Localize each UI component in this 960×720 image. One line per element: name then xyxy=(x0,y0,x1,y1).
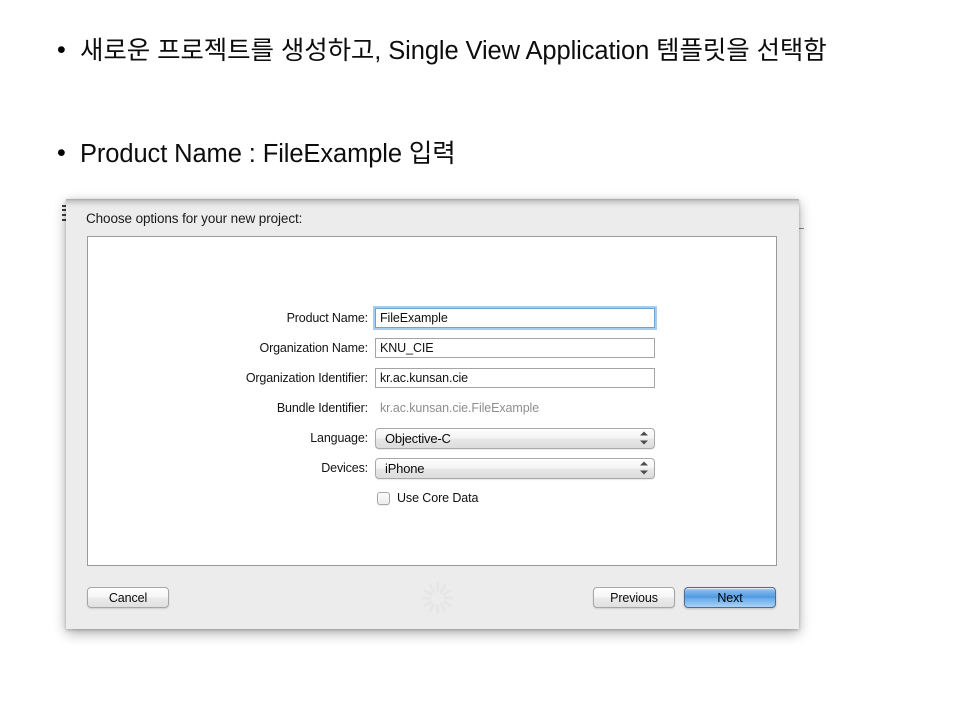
use-core-data-field-wrap: Use Core Data xyxy=(375,483,776,513)
language-selected-value: Objective-C xyxy=(376,431,451,446)
previous-button[interactable]: Previous xyxy=(593,587,675,608)
dialog-title-bar xyxy=(66,199,799,208)
bundle-identifier-label: Bundle Identifier: xyxy=(88,401,375,415)
language-label: Language: xyxy=(88,431,375,445)
organization-identifier-label: Organization Identifier: xyxy=(88,371,375,385)
devices-selected-value: iPhone xyxy=(376,461,424,476)
form-row-language: Language: Objective-C xyxy=(88,423,776,453)
product-name-field-wrap xyxy=(375,308,776,328)
cancel-button[interactable]: Cancel xyxy=(87,587,169,608)
devices-popup-button[interactable]: iPhone xyxy=(375,458,655,479)
bundle-identifier-field-wrap: kr.ac.kunsan.cie.FileExample xyxy=(375,399,776,417)
chevron-updown-icon xyxy=(640,461,648,476)
use-core-data-checkbox[interactable] xyxy=(377,492,390,505)
language-field-wrap: Objective-C xyxy=(375,428,776,449)
organization-name-label: Organization Name: xyxy=(88,341,375,355)
organization-identifier-input[interactable] xyxy=(375,368,655,388)
product-name-input[interactable] xyxy=(375,308,655,328)
dialog-footer: Cancel Previous Next xyxy=(66,567,799,629)
form-row-use-core-data: Use Core Data xyxy=(88,483,776,513)
product-name-label: Product Name: xyxy=(88,311,375,325)
use-core-data-label: Use Core Data xyxy=(390,491,478,505)
bullet-item: • 새로운 프로젝트를 생성하고, Single View Applicatio… xyxy=(50,28,910,75)
organization-name-field-wrap xyxy=(375,338,776,358)
bullet-marker-icon: • xyxy=(50,28,80,72)
form-row-organization-identifier: Organization Identifier: xyxy=(88,363,776,393)
bundle-identifier-value: kr.ac.kunsan.cie.FileExample xyxy=(375,401,539,415)
language-popup-button[interactable]: Objective-C xyxy=(375,428,655,449)
form-row-bundle-identifier: Bundle Identifier: kr.ac.kunsan.cie.File… xyxy=(88,393,776,423)
project-options-form: Product Name: Organization Name: Organiz… xyxy=(88,303,776,513)
form-row-devices: Devices: iPhone xyxy=(88,453,776,483)
chevron-updown-icon xyxy=(640,431,648,446)
bullet-marker-icon: • xyxy=(50,131,80,175)
bullet-text: Product Name : FileExample 입력 xyxy=(80,131,456,178)
use-core-data-checkbox-row[interactable]: Use Core Data xyxy=(375,483,776,513)
next-button[interactable]: Next xyxy=(684,587,776,608)
bullet-item: • Product Name : FileExample 입력 xyxy=(50,131,910,178)
organization-identifier-field-wrap xyxy=(375,368,776,388)
organization-name-input[interactable] xyxy=(375,338,655,358)
new-project-options-dialog: Choose options for your new project: Pro… xyxy=(66,199,799,629)
form-row-organization-name: Organization Name: xyxy=(88,333,776,363)
devices-field-wrap: iPhone xyxy=(375,458,776,479)
devices-label: Devices: xyxy=(88,461,375,475)
options-content-panel: Product Name: Organization Name: Organiz… xyxy=(87,236,777,566)
bullet-text: 새로운 프로젝트를 생성하고, Single View Application … xyxy=(80,28,880,75)
dialog-title: Choose options for your new project: xyxy=(86,211,302,226)
loading-spinner-icon xyxy=(420,581,454,615)
form-row-product-name: Product Name: xyxy=(88,303,776,333)
